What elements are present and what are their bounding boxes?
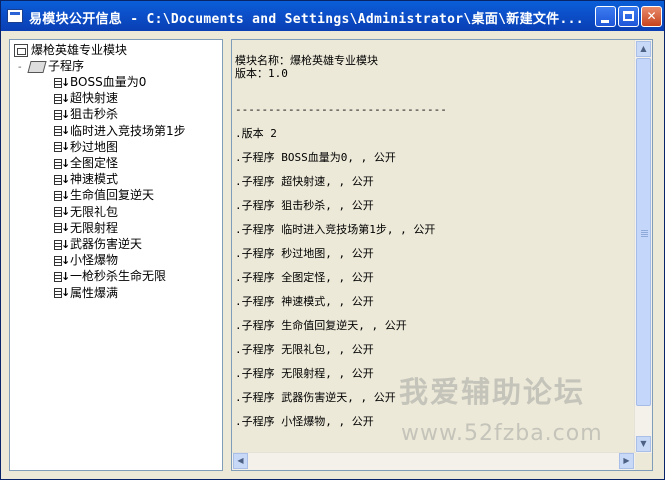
subroutine-icon: [54, 269, 70, 285]
info-line: .子程序 无限射程, , 公开: [235, 367, 374, 380]
subroutine-icon: [54, 285, 70, 301]
window-title: 易模块公开信息 - C:\Documents and Settings\Admi…: [29, 12, 584, 27]
info-line: --------------------------------: [235, 103, 447, 116]
subroutine-icon: [54, 220, 70, 236]
info-panel[interactable]: 模块名称：爆枪英雄专业模块 版本：1.0 ---------------------…: [231, 39, 653, 471]
horizontal-scrollbar[interactable]: ◀ ▶: [232, 452, 636, 470]
scroll-left-button[interactable]: ◀: [233, 453, 248, 469]
info-line: .子程序 小怪爆物, , 公开: [235, 415, 374, 428]
main-window: 易模块公开信息 - C:\Documents and Settings\Admi…: [0, 0, 665, 480]
tree-item[interactable]: 一枪秒杀生命无限: [54, 268, 167, 285]
info-line: .子程序 超快射速, , 公开: [235, 175, 374, 188]
title-bar[interactable]: 易模块公开信息 - C:\Documents and Settings\Admi…: [1, 1, 664, 31]
tree-item[interactable]: BOSS血量为0: [54, 74, 147, 91]
tree-item-label: 一枪秒杀生命无限: [70, 269, 167, 284]
scroll-down-button[interactable]: ▼: [636, 436, 651, 452]
tree-item-label: 临时进入竞技场第1步: [70, 123, 186, 138]
tree-item-label: 无限礼包: [70, 204, 119, 219]
tree-item[interactable]: 神速模式: [54, 171, 119, 188]
folder-icon: [27, 60, 47, 73]
vertical-scrollbar[interactable]: ▲ ▼: [634, 40, 652, 454]
info-line: .子程序 临时进入竞技场第1步, , 公开: [235, 223, 436, 236]
tree-item-label: 属性爆满: [70, 285, 119, 300]
minimize-icon: [601, 20, 609, 23]
subroutine-icon: [54, 204, 70, 220]
tree-item[interactable]: 小怪爆物: [54, 252, 119, 269]
tree-group[interactable]: - 子程序: [18, 58, 84, 74]
info-line: .子程序 全图定怪, , 公开: [235, 271, 374, 284]
subroutine-icon: [54, 188, 70, 204]
module-tree[interactable]: 爆枪英雄专业模块 - 子程序 BOSS血量为0 超快射速狙击秒杀临时进入竞技场第1步…: [9, 39, 223, 471]
subroutine-icon: [54, 91, 70, 107]
info-line: .版本 2: [235, 127, 277, 140]
scroll-corner: [635, 453, 652, 470]
tree-item-label: 生命值回复逆天: [70, 188, 155, 203]
info-line: .子程序 无限礼包, , 公开: [235, 343, 374, 356]
tree-item-label: 武器伤害逆天: [70, 237, 143, 251]
tree-item[interactable]: 无限射程: [54, 220, 118, 236]
scroll-right-button[interactable]: ▶: [619, 453, 634, 469]
tree-root[interactable]: 爆枪英雄专业模块: [14, 42, 127, 58]
tree-group-label: 子程序: [48, 59, 85, 73]
tree-item-label: 神速模式: [70, 172, 119, 187]
subroutine-icon: [54, 139, 70, 155]
subroutine-icon: [54, 172, 70, 188]
info-line: .子程序 神速模式, , 公开: [235, 295, 374, 308]
minimize-button[interactable]: [595, 6, 616, 27]
info-line: .子程序 BOSS血量为0, , 公开: [235, 151, 396, 164]
close-icon: ✕: [646, 9, 657, 23]
tree-item-label: BOSS血量为0: [70, 75, 147, 89]
tree-item[interactable]: 秒过地图: [54, 139, 118, 155]
scroll-up-button[interactable]: ▲: [636, 41, 651, 57]
info-line: .子程序 狙击秒杀, , 公开: [235, 199, 374, 212]
subroutine-icon: [54, 253, 70, 269]
subroutine-icon: [54, 156, 70, 172]
tree-item[interactable]: 属性爆满: [54, 285, 118, 301]
info-line: .子程序 秒过地图, , 公开: [235, 247, 374, 260]
tree-item-label: 无限射程: [70, 220, 119, 235]
tree-item-label: 超快射速: [70, 91, 119, 106]
tree-item[interactable]: 全图定怪: [54, 155, 119, 172]
info-line: .子程序 武器伤害逆天, , 公开: [235, 391, 396, 404]
subroutine-icon: [54, 107, 70, 123]
info-line: 模块名称：爆枪英雄专业模块: [235, 54, 378, 67]
info-line: .子程序 生命值回复逆天, , 公开: [235, 319, 407, 332]
tree-root-label: 爆枪英雄专业模块: [31, 43, 128, 57]
maximize-button[interactable]: [618, 6, 639, 27]
close-button[interactable]: ✕: [641, 6, 662, 27]
subroutine-icon: [54, 75, 70, 91]
info-line: 版本：1.0: [235, 67, 288, 80]
info-text-area[interactable]: 模块名称：爆枪英雄专业模块 版本：1.0 ---------------------…: [232, 40, 636, 454]
subroutine-icon: [54, 237, 70, 253]
scroll-thumb[interactable]: [636, 58, 651, 406]
tree-item-label: 秒过地图: [70, 139, 119, 154]
collapse-toggle[interactable]: -: [18, 60, 27, 76]
tree-item[interactable]: 临时进入竞技场第1步: [54, 123, 186, 139]
tree-item[interactable]: 超快射速: [54, 90, 119, 107]
tree-item[interactable]: 武器伤害逆天: [54, 236, 143, 253]
tree-item-label: 全图定怪: [70, 156, 119, 170]
tree-item[interactable]: 狙击秒杀: [54, 106, 119, 123]
tree-item[interactable]: 无限礼包: [54, 204, 118, 220]
tree-item-label: 狙击秒杀: [70, 107, 119, 122]
maximize-icon: [623, 11, 634, 21]
grip-icon: [641, 230, 648, 231]
tree-item-label: 小怪爆物: [70, 253, 119, 268]
tree-item[interactable]: 生命值回复逆天: [54, 187, 155, 204]
module-icon: [14, 44, 28, 57]
app-icon: [7, 9, 23, 23]
subroutine-icon: [54, 123, 70, 139]
